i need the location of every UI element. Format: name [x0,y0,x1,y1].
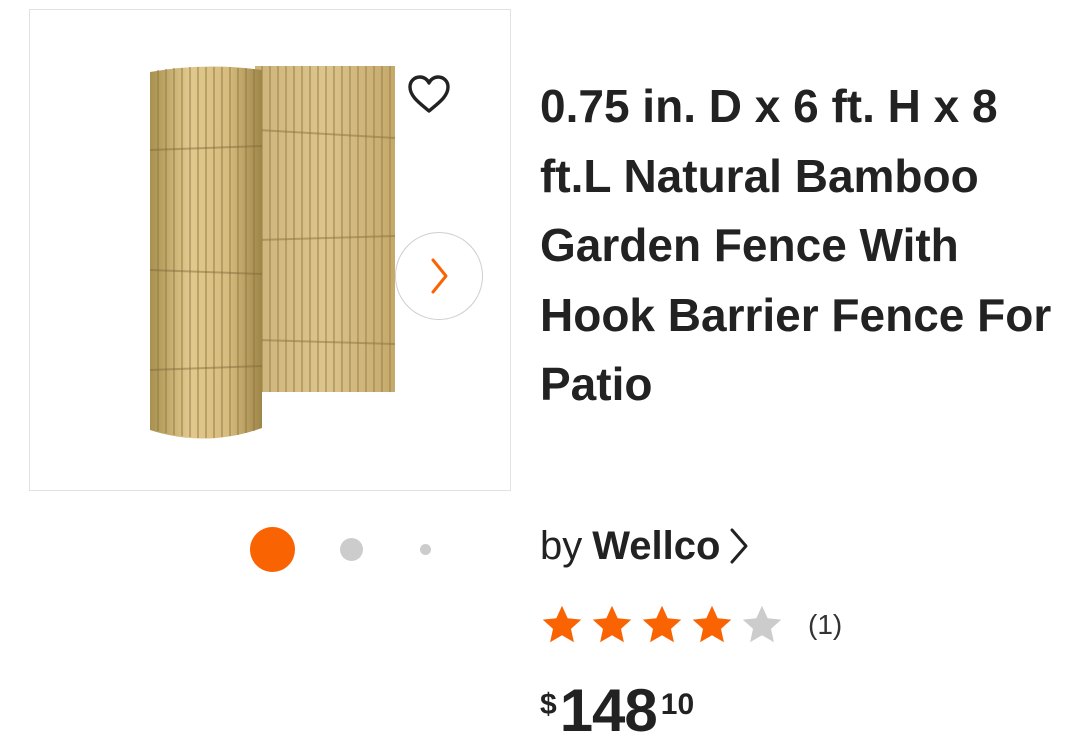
chevron-right-icon [431,258,448,294]
review-count[interactable]: (1) [808,609,842,641]
price-cents: 10 [660,688,695,721]
star-filled-icon [642,605,682,643]
image-pagination [250,527,440,573]
star-filled-icon [542,605,582,643]
pagination-dot[interactable] [420,544,431,555]
product-title: 0.75 in. D x 6 ft. H x 8 ft.L Natural Ba… [540,80,1052,410]
chevron-right-icon [728,526,750,566]
pagination-dot[interactable] [340,538,363,561]
star-filled-icon [592,605,632,643]
heart-outline-icon [408,75,450,113]
pagination-dot-active[interactable] [250,527,295,572]
rating-summary[interactable]: (1) [540,600,842,650]
price-currency: $ [540,688,557,721]
favorite-button[interactable] [403,70,455,118]
brand-link[interactable]: by Wellco [540,520,750,572]
star-empty-icon [742,605,782,643]
product-image-card[interactable] [29,9,511,491]
brand-prefix: by [540,523,583,568]
star-rating [540,603,790,647]
star-filled-icon [692,605,732,643]
next-image-button[interactable] [395,232,483,320]
brand-name[interactable]: Wellco [592,524,720,569]
